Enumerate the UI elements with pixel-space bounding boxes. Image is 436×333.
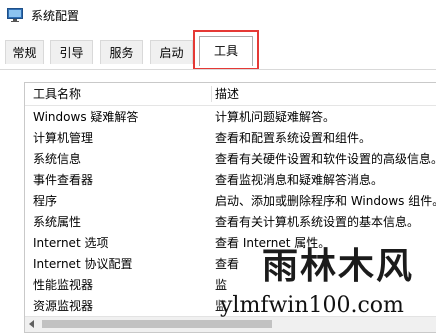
tool-description: 启动、添加或删除程序和 Windows 组件。 (215, 194, 436, 208)
list-item[interactable]: 系统信息 查看有关硬件设置和软件设置的高级信息。 (25, 149, 436, 170)
list-item[interactable]: 事件查看器 查看监视消息和疑难解答消息。 (25, 170, 436, 191)
tool-name: 系统属性 (33, 215, 82, 229)
tool-description: 查看监视消息和疑难解答消息。 (215, 173, 384, 187)
list-item[interactable]: 系统属性 查看有关计算机系统设置的基本信息。 (25, 212, 436, 233)
list-item[interactable]: 程序 启动、添加或删除程序和 Windows 组件。 (25, 191, 436, 212)
tab-label: 常规 (12, 46, 37, 60)
tab-startup[interactable]: 启动 (150, 40, 193, 64)
tool-description: 计算机问题疑难解答。 (215, 110, 336, 124)
tool-description: 查看和配置系统设置和组件。 (215, 131, 372, 145)
tool-name: 事件查看器 (33, 173, 94, 187)
watermark-url: ylmfwin100.com (220, 293, 404, 318)
tool-name: 程序 (33, 194, 58, 208)
tab-label: 服务 (109, 46, 134, 60)
tool-description: 查看有关计算机系统设置的基本信息。 (215, 215, 420, 229)
watermark-logo: 雨林木风 (262, 245, 415, 287)
column-divider[interactable] (211, 86, 212, 102)
tab-boot[interactable]: 引导 (50, 40, 93, 64)
list-item[interactable]: Windows 疑难解答 计算机问题疑难解答。 (25, 107, 436, 128)
column-header-tool-name[interactable]: 工具名称 (33, 83, 81, 105)
tool-name: Internet 协议配置 (33, 257, 133, 271)
column-header-description[interactable]: 描述 (215, 83, 239, 105)
list-item[interactable]: 计算机管理 查看和配置系统设置和组件。 (25, 128, 436, 149)
tab-services[interactable]: 服务 (100, 40, 143, 64)
scroll-left-icon[interactable] (29, 320, 34, 328)
list-header: 工具名称 描述 (25, 83, 436, 106)
window-title: 系统配置 (31, 9, 80, 23)
tool-name: 系统信息 (33, 152, 82, 166)
tab-highlight-box (193, 30, 259, 70)
tab-label: 引导 (59, 46, 84, 60)
tab-label: 启动 (159, 46, 184, 60)
tool-name: 计算机管理 (33, 131, 94, 145)
tool-name: Windows 疑难解答 (33, 110, 139, 124)
tool-description: 查看 (215, 257, 240, 271)
tool-description: 查看有关硬件设置和软件设置的高级信息。 (215, 152, 436, 166)
watermark: 雨林木风 ylmfwin100.com (220, 238, 436, 332)
title-bar: 系统配置 (0, 0, 436, 30)
tab-general[interactable]: 常规 (5, 40, 44, 64)
tool-name: 资源监视器 (33, 299, 94, 313)
tool-name: Internet 选项 (33, 236, 109, 250)
system-config-icon (7, 8, 23, 22)
scroll-thumb[interactable] (42, 320, 272, 328)
tool-name: 性能监视器 (33, 278, 94, 292)
